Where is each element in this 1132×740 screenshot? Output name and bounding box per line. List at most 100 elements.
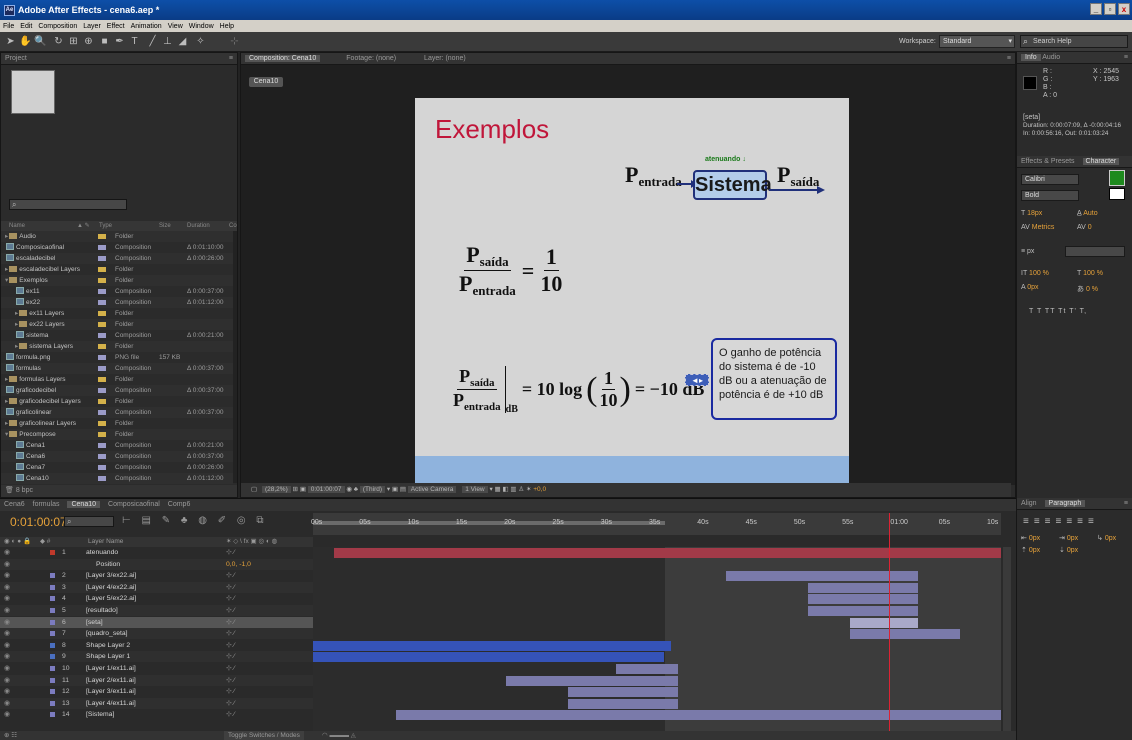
expand-open-icon[interactable]: ▾ [5, 431, 8, 438]
layer-duration-bar[interactable] [395, 710, 1001, 721]
project-item[interactable]: formulas Composition Δ 0:00:37:00 [1, 363, 233, 374]
audio-tab[interactable]: Audio [1042, 54, 1060, 61]
snapshot-icon[interactable]: ◉ [346, 486, 353, 493]
layer-switches[interactable]: ⊹ ⁄ [226, 686, 235, 697]
sort-icon[interactable]: ▲ ✎ [77, 221, 90, 231]
layer-row[interactable]: ◉ 1 atenuando ⊹ ⁄ [0, 547, 313, 558]
property-row[interactable]: ◉ Position 0,0, -1,0 [0, 558, 313, 570]
fill-color-swatch[interactable] [1109, 170, 1125, 186]
project-item[interactable]: Composicaofinal Composition Δ 0:01:10:00 [1, 242, 233, 253]
layer-switches[interactable]: ⊹ ⁄ [226, 628, 235, 639]
label-color-swatch[interactable] [98, 421, 106, 426]
seta-arrow-icon[interactable]: ◄▸ [685, 374, 709, 386]
project-item[interactable]: ▾ Precompose Folder [1, 429, 233, 440]
layer-name[interactable]: Position [96, 559, 120, 570]
baseline-value[interactable]: 0px [1027, 284, 1038, 291]
visibility-eye-icon[interactable]: ◉ [4, 547, 10, 558]
layer-name[interactable]: Shape Layer 2 [86, 640, 130, 651]
layer-switches[interactable]: ⊹ ⁄ [226, 617, 235, 628]
menu-layer[interactable]: Layer [80, 23, 104, 30]
visibility-eye-icon[interactable]: ◉ [4, 663, 10, 674]
camera-select[interactable]: Active Camera [407, 486, 457, 493]
label-color-swatch[interactable] [98, 300, 106, 305]
space-before-value[interactable]: 0px [1029, 547, 1040, 554]
layer-switches[interactable]: ⊹ ⁄ [226, 593, 235, 604]
layer-row[interactable]: ◉ 10 [Layer 1/ex11.ai] ⊹ ⁄ [0, 663, 313, 674]
label-color-swatch[interactable] [98, 278, 106, 283]
leading-value[interactable]: Auto [1083, 210, 1097, 217]
views-select[interactable]: 1 View [462, 486, 488, 493]
comp-name-tab[interactable]: Cena10 [249, 77, 283, 87]
project-item[interactable]: Cena10 Composition Δ 0:01:12:00 [1, 473, 233, 484]
selection-tool-icon[interactable]: ➤ [4, 35, 17, 48]
label-color-swatch[interactable] [98, 476, 106, 481]
layer-duration-bar[interactable] [505, 675, 678, 686]
timeline-switch-icons[interactable]: ⊢ ▤ ✎ ♣ ◍ ✐ ◎ ⧉ [122, 515, 268, 526]
visibility-eye-icon[interactable]: ◉ [4, 593, 10, 604]
font-size-value[interactable]: 18px [1027, 210, 1042, 217]
resolution-select[interactable]: (Third) [359, 486, 386, 493]
type-tool-icon[interactable]: T [128, 35, 141, 48]
bpc-label[interactable]: 8 bpc [16, 487, 33, 494]
project-item[interactable]: escaladecibel Composition Δ 0:00:26:00 [1, 253, 233, 264]
faux-styles-buttons[interactable]: T T TT Tt T' T, [1029, 308, 1087, 320]
toggle-switches-modes[interactable]: Toggle Switches / Modes [224, 731, 304, 740]
col-duration[interactable]: Duration [187, 221, 210, 231]
layer-duration-bar[interactable] [808, 606, 919, 616]
label-color-swatch[interactable] [98, 289, 106, 294]
layer-duration-bar[interactable] [313, 652, 664, 663]
property-value[interactable]: 0,0, -1,0 [226, 559, 251, 570]
layer-row[interactable]: ◉ 2 [Layer 3/ex22.ai] ⊹ ⁄ [0, 570, 313, 581]
timeline-tab-formulas[interactable]: formulas [33, 501, 60, 508]
layer-duration-bar[interactable] [333, 548, 1001, 558]
hscale-value[interactable]: 100 % [1083, 270, 1103, 277]
layer-name[interactable]: [Layer 5/ex22.ai] [86, 593, 136, 604]
effects-presets-tab[interactable]: Effects & Presets [1021, 158, 1075, 165]
label-color-swatch[interactable] [98, 454, 106, 459]
label-color-swatch[interactable] [98, 465, 106, 470]
project-item[interactable]: ▸ ex22 Layers Folder [1, 319, 233, 330]
label-color-swatch[interactable] [98, 311, 106, 316]
zoom-slider-icon[interactable]: ◠ ▬▬▬ ◬ [322, 731, 356, 740]
expand-open-icon[interactable]: ▾ [5, 277, 8, 284]
roi-icon[interactable]: ▾ ▣ ▤ [387, 486, 408, 493]
visibility-eye-icon[interactable]: ◉ [4, 570, 10, 581]
axis-mode-icon[interactable]: ⊹ [228, 35, 241, 48]
footage-tab[interactable]: Footage: (none) [346, 55, 396, 62]
project-item[interactable]: graficodecibel Composition Δ 0:00:37:00 [1, 385, 233, 396]
expand-closed-icon[interactable]: ▸ [5, 376, 8, 383]
label-color-swatch[interactable] [98, 443, 106, 448]
visibility-eye-icon[interactable]: ◉ [4, 628, 10, 639]
label-color-swatch[interactable] [98, 410, 106, 415]
character-tab[interactable]: Character [1082, 158, 1120, 165]
layer-switches[interactable]: ⊹ ⁄ [226, 709, 235, 720]
project-item[interactable]: ▸ formulas Layers Folder [1, 374, 233, 385]
visibility-eye-icon[interactable]: ◉ [4, 698, 10, 709]
layer-switches[interactable]: ⊹ ⁄ [226, 698, 235, 709]
layer-label-swatch[interactable] [50, 608, 55, 613]
layer-name[interactable]: [resultado] [86, 605, 118, 616]
menu-composition[interactable]: Composition [35, 23, 80, 30]
layer-duration-bar[interactable] [567, 687, 678, 698]
layer-row[interactable]: ◉ 13 [Layer 4/ex11.ai] ⊹ ⁄ [0, 697, 313, 709]
col-size[interactable]: Size [159, 221, 171, 231]
space-after-value[interactable]: 0px [1067, 547, 1078, 554]
project-item[interactable]: Cena6 Composition Δ 0:00:37:00 [1, 451, 233, 462]
layer-label-swatch[interactable] [50, 700, 55, 706]
layer-label-swatch[interactable] [50, 584, 55, 590]
font-family-select[interactable]: Calibri [1021, 174, 1079, 185]
layer-switches[interactable]: ⊹ ⁄ [226, 675, 235, 686]
layer-name-header[interactable]: Layer Name [88, 537, 123, 547]
layer-label-swatch[interactable] [50, 689, 55, 695]
expand-closed-icon[interactable]: ▸ [15, 310, 18, 317]
layer-name[interactable]: [Layer 2/ex11.ai] [86, 675, 136, 686]
layer-duration-bar[interactable] [567, 698, 678, 709]
menu-view[interactable]: View [165, 23, 186, 30]
align-tab[interactable]: Align [1021, 500, 1037, 507]
panel-menu-icon[interactable]: ≡ [229, 53, 233, 64]
layer-row[interactable]: ◉ 8 Shape Layer 2 ⊹ ⁄ [0, 640, 313, 651]
layer-label-swatch[interactable] [50, 596, 55, 602]
exposure-value[interactable]: +0,0 [533, 486, 546, 493]
puppet-tool-icon[interactable]: ✧ [194, 35, 207, 48]
label-color-swatch[interactable] [98, 344, 106, 349]
